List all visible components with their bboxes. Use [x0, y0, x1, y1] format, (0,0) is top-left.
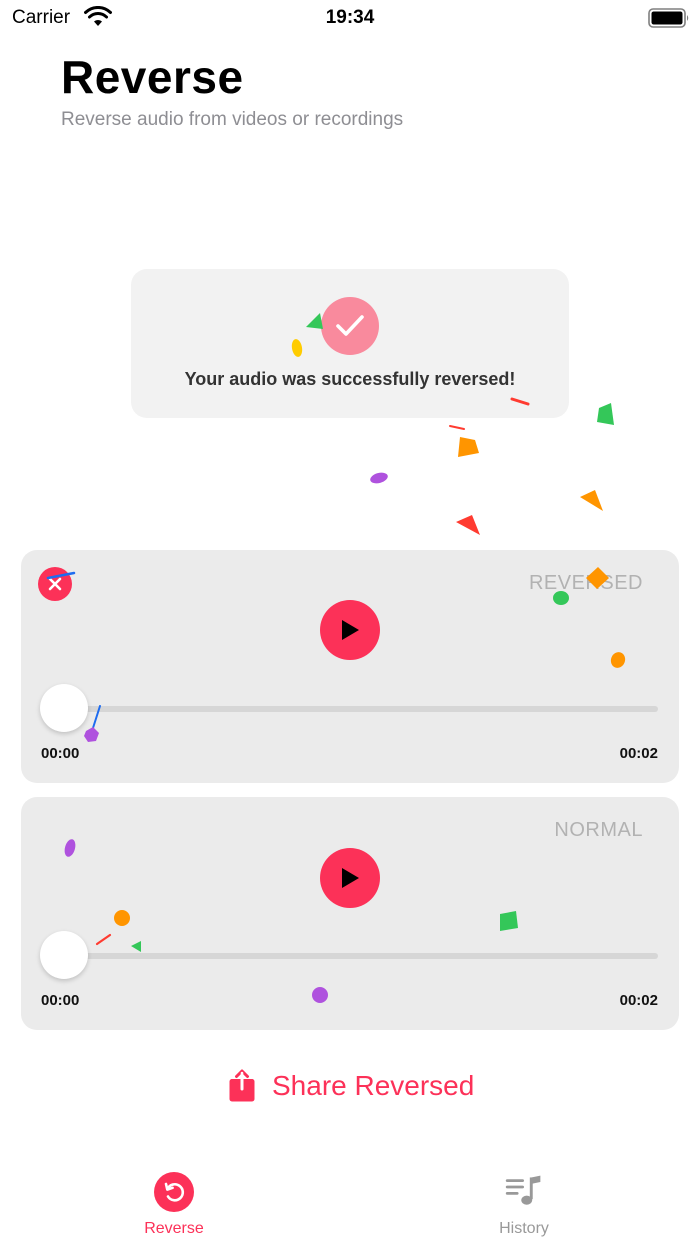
- play-reversed-button[interactable]: [320, 600, 380, 660]
- share-reversed-button[interactable]: Share Reversed: [228, 1064, 474, 1108]
- reversed-label: REVERSED: [528, 572, 643, 594]
- reversed-progress-track[interactable]: [63, 706, 658, 712]
- tab-history[interactable]: History: [454, 1172, 594, 1238]
- music-list-icon: [504, 1172, 544, 1212]
- normal-current-time: 00:00: [41, 992, 80, 1009]
- success-message: Your audio was successfully reversed!: [184, 369, 516, 389]
- reversed-player-card: REVERSED 00:00 00:02: [21, 550, 679, 783]
- tab-bar: Reverse History: [0, 1160, 700, 1244]
- app-screen: Carrier 19:34 Reverse Reverse audio from…: [0, 0, 700, 1244]
- tab-reverse-label: Reverse: [144, 1220, 204, 1237]
- status-time: 19:34: [325, 7, 375, 28]
- reversed-slider-thumb[interactable]: [40, 684, 88, 732]
- reverse-icon: [154, 1172, 194, 1212]
- play-icon: [342, 868, 359, 888]
- status-bar: Carrier 19:34: [0, 0, 700, 40]
- tab-history-label: History: [499, 1220, 549, 1237]
- success-card: Your audio was successfully reversed!: [131, 269, 569, 418]
- reversed-duration: 00:02: [619, 745, 658, 762]
- normal-label: NORMAL: [554, 819, 643, 841]
- play-normal-button[interactable]: [320, 848, 380, 908]
- play-icon: [342, 620, 359, 640]
- normal-progress-track[interactable]: [63, 953, 658, 959]
- page-subtitle: Reverse audio from videos or recordings: [61, 109, 404, 130]
- close-icon: [48, 577, 62, 591]
- close-button[interactable]: [38, 567, 72, 601]
- normal-slider-thumb[interactable]: [40, 931, 88, 979]
- share-label: Share Reversed: [272, 1070, 475, 1101]
- share-icon: [229, 1069, 255, 1102]
- checkmark-icon: [321, 297, 379, 355]
- battery-icon: [648, 8, 690, 33]
- page-title: Reverse: [61, 51, 244, 103]
- normal-duration: 00:02: [619, 992, 658, 1009]
- reversed-current-time: 00:00: [41, 745, 80, 762]
- tab-reverse[interactable]: Reverse: [104, 1172, 244, 1238]
- normal-player-card: NORMAL 00:00 00:02: [21, 797, 679, 1030]
